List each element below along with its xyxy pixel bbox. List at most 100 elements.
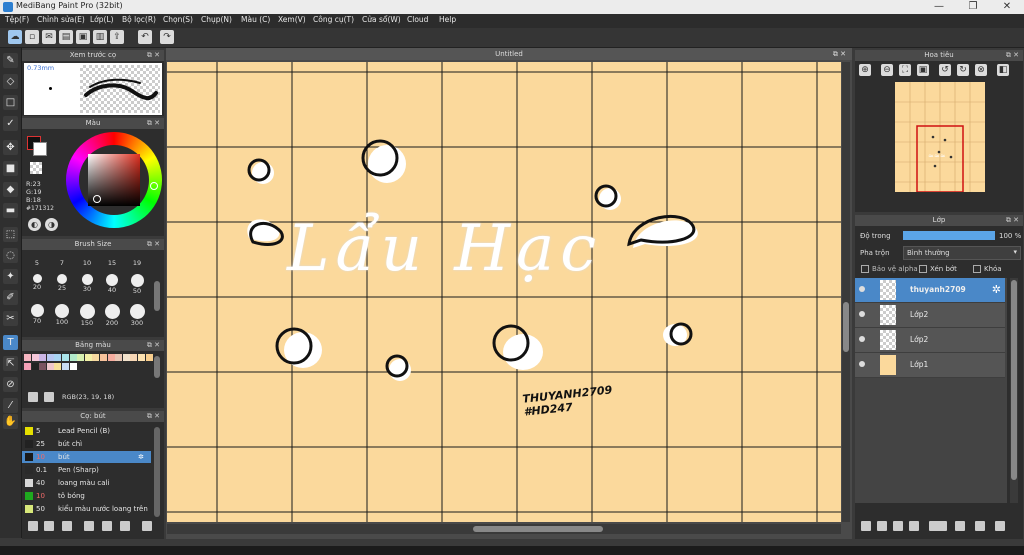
- palette-swatch[interactable]: [24, 354, 31, 361]
- panel-pin-icon[interactable]: ⧉ ✕: [147, 239, 160, 250]
- brush-item[interactable]: 10 tô bóng: [22, 490, 151, 502]
- menu-file[interactable]: Tệp(F): [5, 15, 29, 24]
- layer-row[interactable]: Lớp2: [855, 303, 1005, 328]
- palette-swatch[interactable]: [115, 354, 123, 361]
- close-button[interactable]: ✕: [990, 0, 1024, 14]
- brush-size-option[interactable]: 100: [49, 303, 75, 326]
- layer-visibility-icon[interactable]: [859, 361, 865, 367]
- panel-pin-icon[interactable]: ⧉ ✕: [147, 50, 160, 61]
- save-icon[interactable]: ▣: [76, 30, 90, 44]
- menu-capture[interactable]: Chụp(N): [201, 15, 232, 24]
- menu-help[interactable]: Help: [439, 15, 456, 24]
- brush-size-option[interactable]: 150: [74, 303, 100, 327]
- brush-settings-gear-icon[interactable]: ✲: [138, 451, 144, 463]
- magic-wand-tool-icon[interactable]: ✦: [3, 269, 18, 284]
- panel-pin-icon[interactable]: ⧉ ✕: [147, 118, 160, 129]
- tab-pin-icon[interactable]: ⧉ ✕: [833, 48, 846, 60]
- palette-swatch[interactable]: [54, 354, 62, 361]
- select-eraser-tool-icon[interactable]: ✂: [3, 311, 18, 326]
- minimize-button[interactable]: —: [922, 0, 956, 14]
- fit-window-icon[interactable]: ⛶: [899, 64, 911, 76]
- brush-settings-icon[interactable]: [120, 521, 130, 531]
- palette-swatch[interactable]: [130, 354, 138, 361]
- brush-size-option[interactable]: 25: [49, 273, 75, 292]
- redo-icon[interactable]: ↷: [160, 30, 174, 44]
- reset-rotation-icon[interactable]: ⊗: [975, 64, 987, 76]
- open-folder-icon[interactable]: ▤: [59, 30, 73, 44]
- duplicate-layer-icon[interactable]: [955, 521, 965, 531]
- brush-size-option[interactable]: 15: [99, 259, 125, 267]
- drawing-canvas[interactable]: Lẩu Hạc THUYANH2709 #HD247: [167, 62, 841, 522]
- menu-view[interactable]: Xem(V): [278, 15, 306, 24]
- palette-delete-icon[interactable]: [44, 392, 54, 402]
- palette-swatch[interactable]: [46, 363, 54, 370]
- palette-swatch[interactable]: [69, 363, 77, 370]
- brush-size-option[interactable]: 70: [24, 303, 50, 325]
- brush-size-option[interactable]: 7: [49, 259, 75, 267]
- menu-window[interactable]: Cửa sổ(W): [362, 15, 401, 24]
- new-halftone-layer-icon[interactable]: [893, 521, 903, 531]
- brush-size-option[interactable]: 10: [74, 259, 100, 267]
- export-icon[interactable]: ⇪: [110, 30, 124, 44]
- eyedropper-tool-icon[interactable]: ⁄: [3, 398, 18, 413]
- panel-pin-icon[interactable]: ⧉ ✕: [147, 340, 160, 351]
- layer-row[interactable]: Lớp1: [855, 353, 1005, 378]
- rotate-right-icon[interactable]: ↻: [957, 64, 969, 76]
- actual-size-icon[interactable]: ▣: [917, 64, 929, 76]
- palette-swatch[interactable]: [84, 354, 92, 361]
- hue-picker-handle[interactable]: [150, 182, 158, 190]
- move-tool-icon[interactable]: ✥: [3, 140, 18, 155]
- palette-swatch[interactable]: [31, 363, 39, 370]
- palette-add-icon[interactable]: [28, 392, 38, 402]
- operation-tool-icon[interactable]: ⇱: [3, 356, 18, 371]
- brush-size-option[interactable]: 30: [74, 273, 100, 293]
- layer-options-dropdown[interactable]: [929, 521, 947, 531]
- palette-swatch[interactable]: [107, 354, 115, 361]
- canvas-vertical-scrollbar[interactable]: [842, 62, 850, 522]
- menu-tools[interactable]: Công cụ(T): [313, 15, 354, 24]
- lock-checkbox[interactable]: Khóa: [973, 265, 1002, 273]
- palette-swatch[interactable]: [62, 354, 69, 361]
- layer-visibility-icon[interactable]: [859, 286, 865, 292]
- brush-size-option[interactable]: 40: [99, 273, 125, 294]
- layer-visibility-icon[interactable]: [859, 336, 865, 342]
- brush-item[interactable]: 5 Lead Pencil (B): [22, 425, 151, 437]
- brush-size-option[interactable]: 200: [99, 303, 125, 327]
- protect-alpha-checkbox[interactable]: Bảo vệ alpha: [861, 265, 918, 273]
- palette-swatch[interactable]: [54, 363, 62, 370]
- brush-item[interactable]: 25 bút chì: [22, 438, 151, 450]
- palette-swatch[interactable]: [24, 363, 31, 370]
- delete-layer-icon[interactable]: [995, 521, 1005, 531]
- palette-swatch[interactable]: [145, 354, 153, 361]
- transparent-color-swatch[interactable]: [30, 162, 42, 174]
- layer-row[interactable]: Lớp2: [855, 328, 1005, 353]
- new-layer-icon[interactable]: [861, 521, 871, 531]
- palette-swatch[interactable]: [39, 354, 47, 361]
- brush-folder-icon[interactable]: [44, 521, 54, 531]
- palette-swatch[interactable]: [122, 354, 130, 361]
- brush-size-scrollbar[interactable]: [154, 281, 160, 311]
- palette-swatch[interactable]: [100, 354, 107, 361]
- color-picker-handle[interactable]: [93, 195, 101, 203]
- dot-pen-tool-icon[interactable]: ✓: [3, 116, 18, 131]
- palette-swatch[interactable]: [31, 354, 39, 361]
- gradient-tool-icon[interactable]: ▬: [3, 203, 18, 218]
- panel-pin-icon[interactable]: ⧉ ✕: [1006, 50, 1019, 61]
- brush-size-option[interactable]: 5: [24, 259, 50, 267]
- hand-tool-icon[interactable]: ✋: [3, 414, 18, 429]
- select-pen-tool-icon[interactable]: ✐: [3, 290, 18, 305]
- layer-visibility-icon[interactable]: [859, 311, 865, 317]
- brush-item[interactable]: 0.1 Pen (Sharp): [22, 464, 151, 476]
- flip-icon[interactable]: ◧: [997, 64, 1009, 76]
- menu-filter[interactable]: Bộ lọc(R): [122, 15, 156, 24]
- new-file-icon[interactable]: ▫: [25, 30, 39, 44]
- brush-size-option[interactable]: 300: [124, 303, 150, 327]
- document-tab[interactable]: Untitled ⧉ ✕: [166, 48, 852, 60]
- palette-swatch[interactable]: [77, 354, 85, 361]
- eraser-tool-icon[interactable]: ◇: [3, 74, 18, 89]
- brush-list-scrollbar[interactable]: [154, 427, 160, 517]
- canvas-horizontal-scrollbar[interactable]: [167, 524, 841, 534]
- brush-add-icon[interactable]: [28, 521, 38, 531]
- palette-swatch[interactable]: [138, 354, 145, 361]
- zoom-out-icon[interactable]: ⊖: [881, 64, 893, 76]
